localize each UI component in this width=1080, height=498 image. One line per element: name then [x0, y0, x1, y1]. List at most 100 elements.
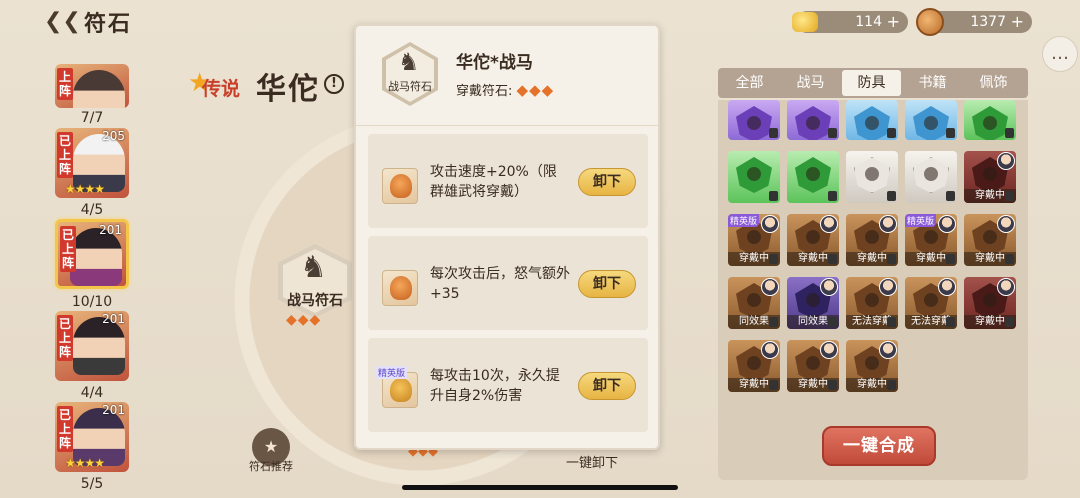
- hero-card[interactable]: 已上阵 201 ★★★★: [55, 402, 129, 472]
- effect-description: 每攻击10次，永久提升自身2%伤害: [430, 368, 560, 404]
- one-click-merge-button[interactable]: 一键合成: [822, 426, 936, 466]
- horse-icon: ♞: [398, 48, 420, 76]
- wearer-avatar: [879, 215, 897, 233]
- rune-emblem-icon: [806, 167, 820, 181]
- rune-item[interactable]: [846, 100, 898, 140]
- lock-icon: [887, 380, 896, 390]
- rune-emblem-icon: [924, 167, 938, 181]
- rune-item[interactable]: 穿戴中: [964, 277, 1016, 329]
- unequip-button[interactable]: 卸下: [578, 270, 636, 298]
- unequip-button[interactable]: 卸下: [578, 168, 636, 196]
- rune-item[interactable]: 穿戴中: [846, 340, 898, 392]
- rune-item[interactable]: [905, 100, 957, 140]
- popup-icon-label: 战马符石: [388, 80, 432, 93]
- slot-diamonds: ◆◆◆: [286, 312, 322, 328]
- lock-icon: [887, 254, 896, 264]
- wearer-avatar: [820, 278, 838, 296]
- rune-emblem-icon: [924, 230, 938, 244]
- gold-ingot-icon: [792, 12, 818, 32]
- effect-description: 每次攻击后，怒气额外+35: [430, 266, 570, 302]
- hero-card[interactable]: 上阵: [55, 64, 129, 108]
- hero-card[interactable]: 已上阵 201: [55, 311, 129, 381]
- rune-emblem-icon: [806, 116, 820, 130]
- lock-icon: [1005, 128, 1014, 138]
- rune-emblem-icon: [983, 116, 997, 130]
- rune-emblem-icon: [747, 293, 761, 307]
- unequip-all-button[interactable]: 一键卸下: [566, 452, 618, 471]
- rune-effect-row: 攻击速度+20%（限群雄武将穿戴） 卸下: [368, 134, 648, 228]
- recommend-label: 符石推荐: [249, 460, 293, 473]
- wearer-avatar: [820, 215, 838, 233]
- popup-subtitle: 穿戴符石: ◆◆◆: [456, 81, 555, 99]
- rune-item[interactable]: [905, 151, 957, 203]
- rune-emblem-icon: [983, 293, 997, 307]
- rune-item[interactable]: 穿戴中 精英版: [728, 214, 780, 266]
- tab-horse[interactable]: 战马: [781, 70, 840, 96]
- hero-card-selected[interactable]: 已上阵 201: [55, 219, 129, 289]
- tab-armor[interactable]: 防具: [842, 70, 901, 96]
- tab-books[interactable]: 书籍: [903, 70, 962, 96]
- rune-emblem-icon: [924, 293, 938, 307]
- popup-header: ♞ 战马符石 华佗*战马 穿戴符石: ◆◆◆: [356, 26, 658, 126]
- info-icon[interactable]: !: [324, 74, 344, 94]
- rune-emblem-icon: [983, 167, 997, 181]
- lock-icon: [828, 254, 837, 264]
- rune-effect-row: 每次攻击后，怒气额外+35 卸下: [368, 236, 648, 330]
- lock-icon: [769, 317, 778, 327]
- rune-item[interactable]: [787, 100, 839, 140]
- rune-recommend-button[interactable]: ★ 符石推荐: [248, 428, 294, 474]
- rune-item[interactable]: [728, 100, 780, 140]
- rune-emblem-icon: [865, 230, 879, 244]
- rune-emblem-icon: [747, 230, 761, 244]
- deployed-badge: 已上阵: [57, 406, 73, 452]
- lock-icon: [887, 317, 896, 327]
- popup-diamonds: ◆◆◆: [516, 81, 555, 99]
- lock-icon: [946, 128, 955, 138]
- rune-effect-row: 精英版 每攻击10次，永久提升自身2%伤害 卸下: [368, 338, 648, 432]
- rune-item[interactable]: 穿戴中: [964, 151, 1016, 203]
- add-gold-button[interactable]: +: [887, 11, 900, 33]
- rune-item[interactable]: 穿戴中: [964, 214, 1016, 266]
- rune-item[interactable]: [964, 100, 1016, 140]
- rune-item[interactable]: 穿戴中 精英版: [905, 214, 957, 266]
- lock-icon: [946, 317, 955, 327]
- hero-rune-count: 5/5: [80, 476, 104, 492]
- coin-icon: [916, 8, 944, 36]
- rune-item[interactable]: 穿戴中: [787, 214, 839, 266]
- rune-emblem-icon: [983, 230, 997, 244]
- tab-all[interactable]: 全部: [720, 70, 779, 96]
- rune-item[interactable]: 同效果: [787, 277, 839, 329]
- rune-item[interactable]: [787, 151, 839, 203]
- rarity-badge: ★ 传说: [188, 68, 241, 100]
- slot-label: 战马符石: [287, 293, 343, 309]
- unequip-button[interactable]: 卸下: [578, 372, 636, 400]
- home-indicator: [402, 485, 678, 490]
- hero-rune-count: 10/10: [71, 294, 113, 310]
- hero-card[interactable]: 已上阵 205 ★★★★: [55, 128, 129, 198]
- rune-item[interactable]: 无法穿戴: [846, 277, 898, 329]
- rune-item[interactable]: [728, 151, 780, 203]
- rune-emblem-icon: [924, 116, 938, 130]
- gold-counter: 114 +: [792, 11, 908, 33]
- tab-accessories[interactable]: 佩饰: [964, 70, 1023, 96]
- lock-icon: [887, 191, 896, 201]
- rune-item[interactable]: [846, 151, 898, 203]
- back-arrow-icon[interactable]: ❮❮: [44, 10, 81, 34]
- deployed-badge: 已上阵: [57, 132, 73, 178]
- deployed-badge: 已上阵: [60, 226, 76, 272]
- rune-item[interactable]: 穿戴中: [787, 340, 839, 392]
- rune-item[interactable]: 穿戴中: [846, 214, 898, 266]
- rune-item[interactable]: 同效果: [728, 277, 780, 329]
- add-coin-button[interactable]: +: [1011, 11, 1024, 33]
- horse-rune-slot[interactable]: ♞ 战马符石 ◆◆◆: [278, 244, 352, 328]
- rune-item[interactable]: 无法穿戴: [905, 277, 957, 329]
- rune-item[interactable]: 穿戴中: [728, 340, 780, 392]
- wearer-avatar: [761, 215, 779, 233]
- lock-icon: [946, 254, 955, 264]
- chat-bubble-icon[interactable]: …: [1042, 36, 1078, 72]
- wearer-avatar: [820, 341, 838, 359]
- elite-tag: 精英版: [905, 214, 937, 227]
- rune-emblem-icon: [865, 167, 879, 181]
- wearer-avatar: [761, 278, 779, 296]
- hero-rune-count: 7/7: [80, 110, 104, 126]
